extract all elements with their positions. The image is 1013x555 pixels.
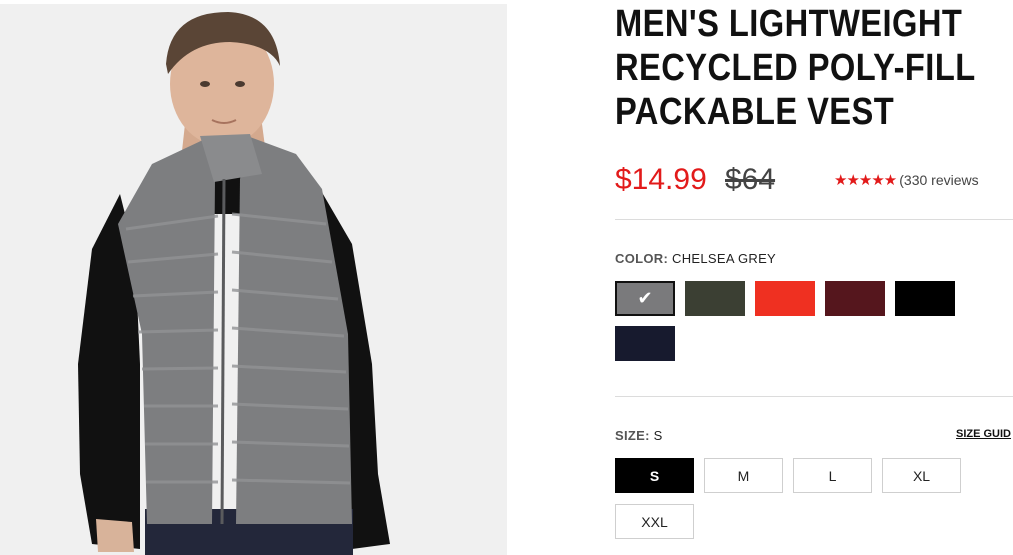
title-line-1: MEN'S LIGHTWEIGHT <box>615 3 963 45</box>
check-icon: ✔ <box>637 288 653 308</box>
color-label-prefix: COLOR: <box>615 251 669 266</box>
product-title: MEN'S LIGHTWEIGHT RECYCLED POLY-FILL PAC… <box>615 2 976 134</box>
reviews-link[interactable]: (330 reviews <box>899 172 978 188</box>
divider <box>615 219 1013 220</box>
divider <box>615 396 1013 397</box>
size-guide-link[interactable]: SIZE GUID <box>956 428 1011 440</box>
color-swatch[interactable] <box>895 281 955 316</box>
size-label-prefix: SIZE: <box>615 428 650 443</box>
color-swatch[interactable] <box>685 281 745 316</box>
size-option-xxl[interactable]: XXL <box>615 504 694 539</box>
rating[interactable]: ★★★★★ (330 reviews <box>834 171 979 189</box>
size-option-s[interactable]: S <box>615 458 694 493</box>
color-label: COLOR: CHELSEA GREY <box>615 251 776 266</box>
model-wearing-vest-image <box>0 4 507 555</box>
size-option-xl[interactable]: XL <box>882 458 961 493</box>
title-line-2: RECYCLED POLY-FILL <box>615 47 976 89</box>
color-swatch[interactable] <box>755 281 815 316</box>
product-info-panel: MEN'S LIGHTWEIGHT RECYCLED POLY-FILL PAC… <box>615 0 1013 555</box>
selected-size: S <box>653 428 663 443</box>
sale-price: $14.99 <box>615 163 707 196</box>
product-image[interactable] <box>0 4 507 555</box>
selected-color-name: CHELSEA GREY <box>672 251 777 266</box>
star-rating-icon: ★★★★★ <box>834 172 897 189</box>
color-swatch[interactable] <box>825 281 885 316</box>
original-price: $64 <box>725 163 776 196</box>
size-label: SIZE: S <box>615 428 663 443</box>
size-option-m[interactable]: M <box>704 458 783 493</box>
size-option-l[interactable]: L <box>793 458 872 493</box>
price-row: $14.99 $64 ★★★★★ (330 reviews <box>615 163 1013 203</box>
color-swatch[interactable]: ✔ <box>615 281 675 316</box>
color-swatch[interactable] <box>615 326 675 361</box>
title-line-3: PACKABLE VEST <box>615 91 895 133</box>
